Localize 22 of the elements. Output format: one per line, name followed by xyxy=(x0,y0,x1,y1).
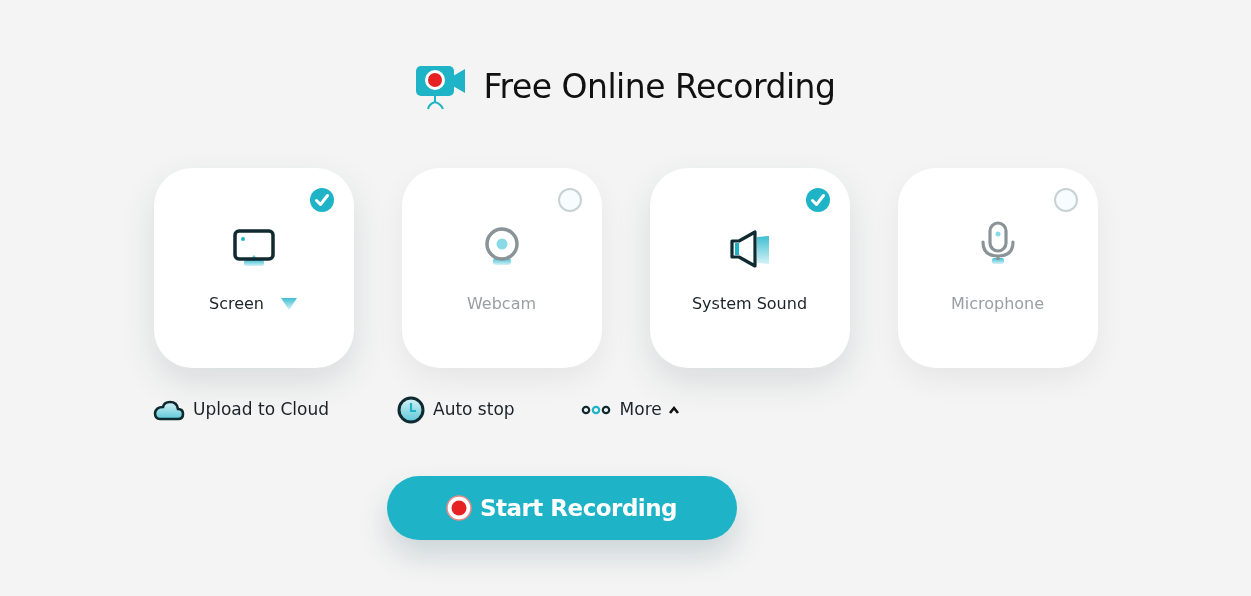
dropdown-caret-icon[interactable] xyxy=(280,297,298,311)
cloud-icon xyxy=(153,399,185,421)
source-label: Screen xyxy=(209,293,264,315)
source-card[interactable]: System Sound xyxy=(649,168,850,368)
clock-icon xyxy=(397,396,425,424)
checkbox[interactable] xyxy=(1053,188,1078,212)
screen-icon xyxy=(231,228,276,268)
speaker-icon xyxy=(728,230,771,268)
source-label: Microphone xyxy=(950,293,1045,315)
page-title: Free Online Recording xyxy=(483,67,836,107)
checkbox[interactable] xyxy=(309,188,334,212)
option-link[interactable]: Upload to Cloud xyxy=(153,397,329,423)
checkbox[interactable] xyxy=(805,188,830,212)
option-link[interactable]: Auto stop xyxy=(397,396,515,424)
camera-logo-icon xyxy=(415,64,468,110)
dots-icon xyxy=(580,405,611,415)
source-label: Webcam xyxy=(466,293,537,315)
source-card[interactable]: Screen xyxy=(153,168,354,368)
option-link[interactable]: More xyxy=(580,397,680,423)
source-label: System Sound xyxy=(691,293,808,315)
record-icon xyxy=(445,495,472,521)
checkbox[interactable] xyxy=(557,188,582,212)
